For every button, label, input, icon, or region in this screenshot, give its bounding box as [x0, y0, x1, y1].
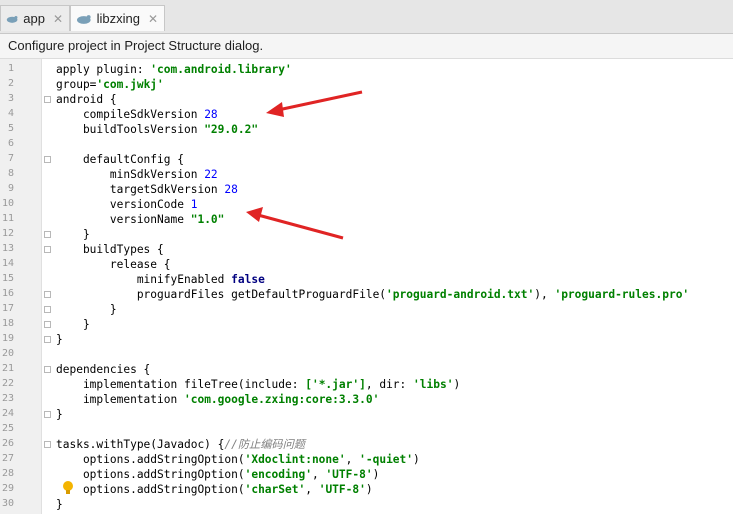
arrow-icon [266, 90, 363, 117]
fold-marker-icon[interactable] [44, 246, 51, 253]
fold-marker-icon[interactable] [44, 291, 51, 298]
lightbulb-icon[interactable] [62, 481, 74, 495]
fold-marker-icon[interactable] [44, 156, 51, 163]
fold-marker-icon[interactable] [44, 306, 51, 313]
fold-marker-icon[interactable] [44, 231, 51, 238]
fold-marker-icon[interactable] [44, 96, 51, 103]
fold-marker-icon[interactable] [44, 366, 51, 373]
fold-marker-icon[interactable] [44, 321, 51, 328]
fold-marker-icon[interactable] [44, 441, 51, 448]
annotation-arrows [246, 90, 363, 240]
fold-marker-icon[interactable] [44, 411, 51, 418]
arrow-icon [246, 207, 344, 240]
fold-marker-icon[interactable] [44, 336, 51, 343]
